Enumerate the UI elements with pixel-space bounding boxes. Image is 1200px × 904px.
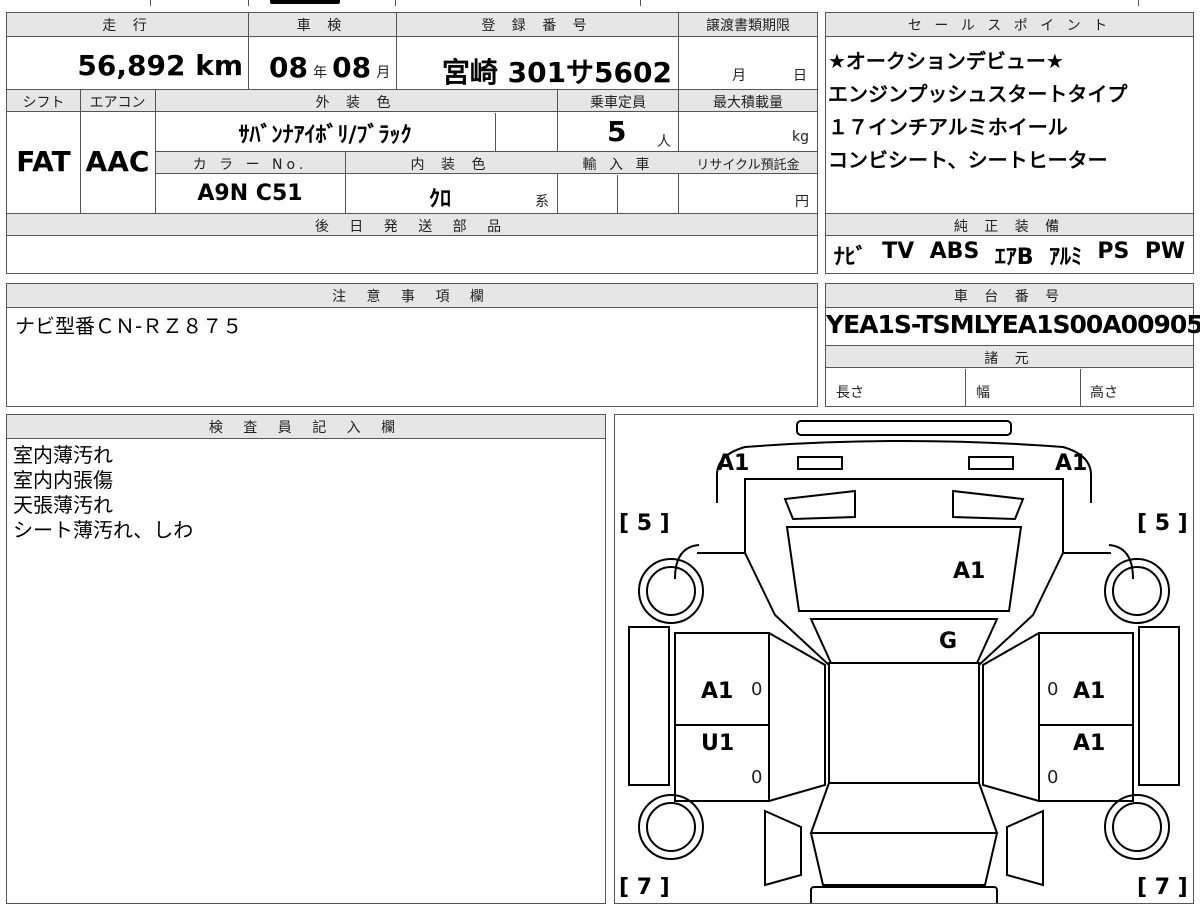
mark-door-front-right: A1 <box>1073 679 1106 704</box>
capacity-unit: 人 <box>657 134 671 150</box>
mark-door-front-left: A1 <box>701 679 734 704</box>
inspector-line: シート薄汚れ、しわ <box>13 518 194 542</box>
mileage-label: 走 行 <box>102 18 153 34</box>
inspection-month-unit: 月 <box>376 65 391 81</box>
equip-navi: ﾅﾋﾞ <box>833 245 867 270</box>
exterior-color-label: 外 装 色 <box>315 95 397 111</box>
zero-mark: 0 <box>751 767 763 788</box>
mark-tire-rear-left: [ 7 ] <box>619 875 670 900</box>
mark-front-left: A1 <box>717 451 750 476</box>
color-no-value: A9N C51 <box>197 181 303 206</box>
equip-ps: PS <box>1097 239 1130 264</box>
mark-tire-front-right: [ 5 ] <box>1137 511 1188 536</box>
deadline-day-unit: 日 <box>793 68 807 84</box>
genuine-equipment-label: 純 正 装 備 <box>953 219 1066 235</box>
sales-point-line: １７インチアルミホイール <box>828 115 1068 139</box>
recycle-label: リサイクル預託金 <box>696 158 800 173</box>
equip-abs: ABS <box>929 239 980 264</box>
sales-point-line: コンビシート、シートヒーター <box>828 148 1108 172</box>
import-label: 輸 入 車 <box>582 157 654 173</box>
inspection-date: 08 年 08 月 <box>269 51 390 84</box>
mark-tire-rear-right: [ 7 ] <box>1137 875 1188 900</box>
capacity-value: 5 <box>607 115 627 148</box>
chassis-label: 車 台 番 号 <box>953 289 1066 305</box>
shift-label: シフト <box>22 95 65 111</box>
equip-airbag: ｴｱB <box>994 245 1034 270</box>
transfer-deadline-label: 譲渡書類期限 <box>706 18 790 34</box>
equip-tv: TV <box>882 239 915 264</box>
height-label: 高さ <box>1090 385 1118 401</box>
chassis-number: YEA1S-TSMLYEA1S00A00905 <box>826 310 1200 339</box>
notes-panel: 注 意 事 項 欄 ナビ型番ＣＮ-ＲＺ８７５ <box>6 283 818 407</box>
aircon-label: エアコン <box>89 95 146 111</box>
genuine-equipment-list: ﾅﾋﾞ TV ABS ｴｱB ｱﾙﾐ PS PW <box>826 239 1193 271</box>
inspector-panel: 検 査 員 記 入 欄 室内薄汚れ 室内内張傷 天張薄汚れ シート薄汚れ、しわ <box>6 414 606 904</box>
length-label: 長さ <box>836 385 864 401</box>
recycle-unit: 円 <box>795 194 809 210</box>
sales-point-line: ★オークションデビュー★ <box>828 49 1064 73</box>
inspector-label: 検 査 員 記 入 欄 <box>208 420 404 436</box>
inspector-line: 室内薄汚れ <box>13 443 113 467</box>
mark-hood: A1 <box>953 559 986 584</box>
interior-color-value: ｸﾛ <box>428 187 451 212</box>
mark-door-rear-left: U1 <box>701 731 735 756</box>
interior-color-label: 内 装 色 <box>410 157 492 173</box>
sales-points-panel: セ ー ル ス ポ イ ン ト ★オークションデビュー★ エンジンプッシュスター… <box>825 12 1194 274</box>
aircon-value: AAC <box>85 145 150 178</box>
car-damage-diagram: A1 A1 [ 5 ] [ 5 ] A1 G A1 U1 A1 A1 0 0 0… <box>614 414 1194 904</box>
capacity-label: 乗車定員 <box>590 95 646 111</box>
vehicle-info-table: 走 行 車 検 登 録 番 号 譲渡書類期限 56,892 km 08 年 08… <box>6 12 818 274</box>
equip-alloy: ｱﾙﾐ <box>1048 245 1082 270</box>
color-no-label: カ ラ ー No. <box>192 157 308 173</box>
inspector-line: 室内内張傷 <box>13 468 113 492</box>
car-outline <box>628 420 1180 903</box>
later-parts-label: 後 日 発 送 部 品 <box>314 219 510 235</box>
notes-label: 注 意 事 項 欄 <box>332 289 492 305</box>
sales-points-label: セ ー ル ス ポ イ ン ト <box>907 18 1112 34</box>
inspection-year-unit: 年 <box>313 65 328 81</box>
deadline-month-unit: 月 <box>732 68 746 84</box>
mark-door-rear-right: A1 <box>1073 731 1106 756</box>
zero-mark: 0 <box>751 679 763 700</box>
shift-value: FAT <box>16 145 71 178</box>
max-load-label: 最大積載量 <box>713 95 783 111</box>
mark-tire-front-left: [ 5 ] <box>619 511 670 536</box>
top-cutoff-strip <box>0 0 1200 6</box>
mark-front-right: A1 <box>1055 451 1088 476</box>
mark-windshield: G <box>939 629 958 654</box>
exterior-color-value: ｻﾊﾞﾝﾅｱｲﾎﾞﾘ/ﾌﾞﾗｯｸ <box>238 123 412 148</box>
interior-color-unit: 系 <box>535 194 549 210</box>
inspection-label: 車 検 <box>296 18 348 34</box>
zero-mark: 0 <box>1047 767 1059 788</box>
zero-mark: 0 <box>1047 679 1059 700</box>
spec-label: 諸 元 <box>984 351 1035 367</box>
registration-label: 登 録 番 号 <box>481 18 593 34</box>
notes-text: ナビ型番ＣＮ-ＲＺ８７５ <box>15 314 243 338</box>
inspection-month: 08 <box>332 51 372 84</box>
chassis-panel: 車 台 番 号 YEA1S-TSMLYEA1S00A00905 諸 元 長さ 幅… <box>825 283 1200 407</box>
registration-value: 宮崎 301サ5602 <box>441 56 672 89</box>
inspection-year: 08 <box>269 51 308 84</box>
inspector-line: 天張薄汚れ <box>13 493 113 517</box>
max-load-unit: kg <box>792 129 809 145</box>
mileage-value: 56,892 km <box>77 49 243 82</box>
equip-pw: PW <box>1144 239 1186 264</box>
sales-point-line: エンジンプッシュスタートタイプ <box>828 82 1128 106</box>
width-label: 幅 <box>976 385 990 401</box>
